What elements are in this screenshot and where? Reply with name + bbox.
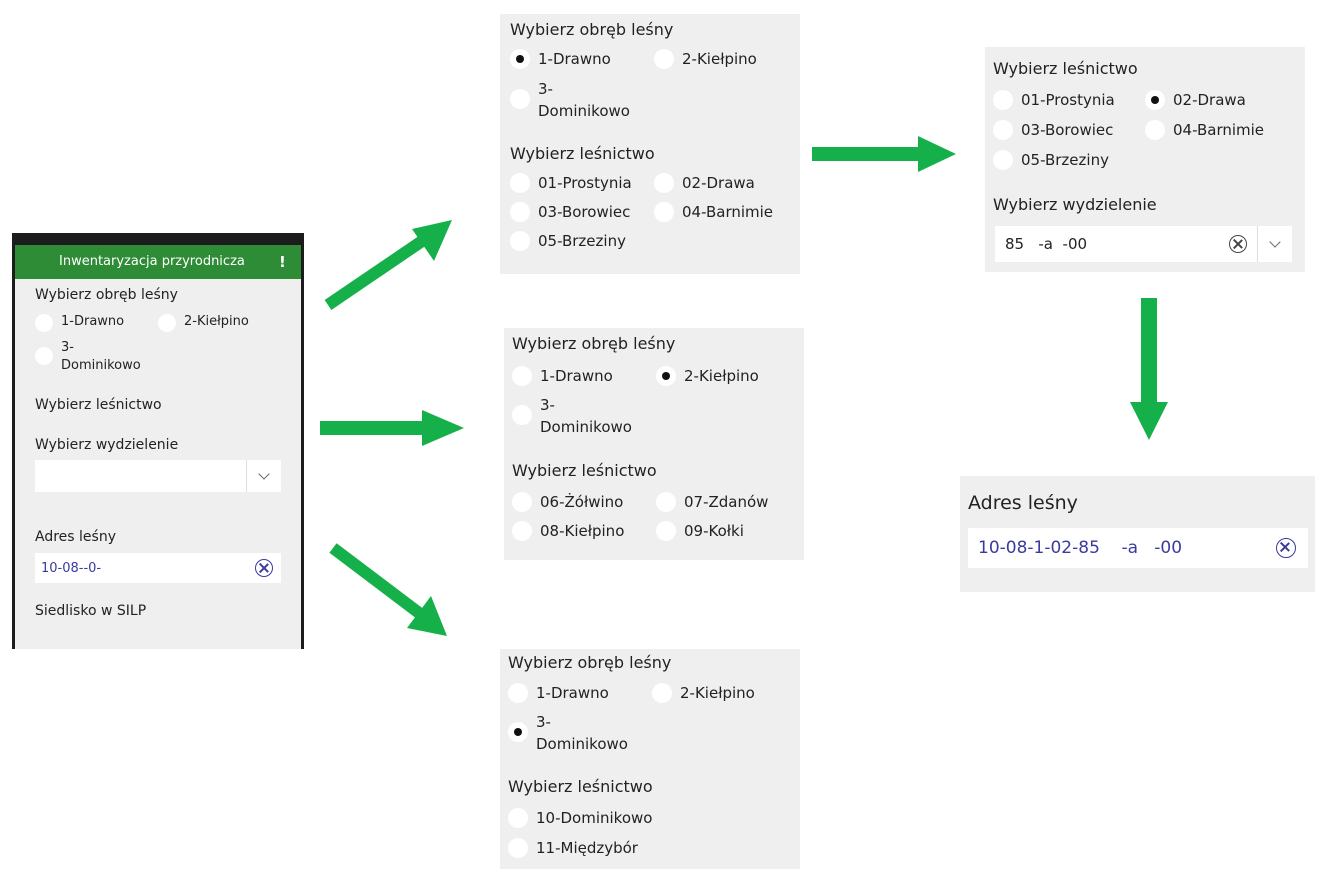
dropdown-toggle[interactable]	[246, 460, 281, 492]
obreb-title: Wybierz obręb leśny	[35, 287, 178, 303]
chevron-down-icon	[258, 468, 270, 480]
lesnictwo-option[interactable]: 01-Prostynia	[510, 172, 632, 194]
radio-icon	[158, 314, 176, 332]
obreb-option-kielpino[interactable]: 2-Kiełpino	[656, 365, 759, 387]
radio-icon	[35, 314, 53, 332]
adres-field[interactable]: 10-08-1-02-85 -a -00	[968, 528, 1308, 568]
obreb-title: Wybierz obręb leśny	[508, 653, 672, 672]
adres-title: Adres leśny	[35, 529, 116, 545]
app-header: Inwentaryzacja przyrodnicza !	[15, 245, 301, 279]
wydzielenie-title: Wybierz wydzielenie	[993, 195, 1157, 214]
arrow-to-kielpino-icon	[320, 410, 464, 446]
obreb-option-drawno[interactable]: 1-Drawno	[512, 365, 613, 387]
arrow-to-adres-icon	[1130, 298, 1168, 440]
lesnictwo-option[interactable]: 03-Borowiec	[993, 119, 1113, 141]
obreb-option-drawno[interactable]: 1-Drawno	[35, 313, 124, 332]
lesnictwo-option[interactable]: 02-Drawa	[1145, 89, 1246, 111]
wydzielenie-select[interactable]	[35, 460, 281, 492]
info-icon[interactable]: !	[279, 253, 286, 271]
clear-icon[interactable]	[255, 559, 273, 577]
lesnictwo-option[interactable]: 10-Dominikowo	[508, 807, 652, 829]
adres-field[interactable]: 10-08--0-	[35, 553, 281, 583]
wydzielenie-select[interactable]: 85 -a -00	[995, 226, 1292, 262]
radio-icon	[512, 366, 532, 386]
obreb-option-kielpino[interactable]: 2-Kiełpino	[158, 313, 249, 332]
lesnictwo-option[interactable]: 06-Żółwino	[512, 491, 623, 513]
lesnictwo-option[interactable]: 01-Prostynia	[993, 89, 1115, 111]
radio-icon	[508, 838, 528, 858]
radio-icon	[652, 683, 672, 703]
lesnictwo-title: Wybierz leśnictwo	[508, 777, 653, 796]
panel-drawno: Wybierz obręb leśny 1-Drawno 2-Kiełpino …	[500, 14, 800, 274]
radio-icon	[654, 49, 674, 69]
panel-dominikowo: Wybierz obręb leśny 1-Drawno 2-Kiełpino …	[500, 649, 800, 869]
radio-icon	[35, 347, 53, 365]
chevron-down-icon	[1269, 236, 1281, 248]
arrow-to-lesnictwo-icon	[812, 136, 956, 172]
lesnictwo-title: Wybierz leśnictwo	[510, 144, 655, 163]
wydzielenie-title: Wybierz wydzielenie	[35, 437, 179, 453]
radio-icon	[508, 808, 528, 828]
radio-icon	[993, 150, 1013, 170]
obreb-option-dominikowo[interactable]: 3- Dominikowo	[510, 78, 630, 122]
phone-screen: Inwentaryzacja przyrodnicza ! Wybierz ob…	[12, 233, 304, 649]
siedlisko-title: Siedlisko w SILP	[35, 603, 147, 619]
lesnictwo-option[interactable]: 04-Barnimie	[1145, 119, 1264, 141]
radio-selected-icon	[508, 722, 528, 742]
lesnictwo-title: Wybierz leśnictwo	[35, 397, 162, 413]
lesnictwo-option[interactable]: 05-Brzeziny	[510, 230, 626, 252]
lesnictwo-option[interactable]: 11-Międzybór	[508, 837, 638, 859]
obreb-option-drawno[interactable]: 1-Drawno	[508, 682, 609, 704]
lesnictwo-option[interactable]: 05-Brzeziny	[993, 149, 1109, 171]
obreb-title: Wybierz obręb leśny	[512, 334, 676, 353]
radio-selected-icon	[1145, 90, 1165, 110]
radio-icon	[656, 492, 676, 512]
clear-icon[interactable]	[1229, 235, 1247, 253]
arrow-to-dominikowo-icon	[329, 543, 447, 636]
lesnictwo-option[interactable]: 08-Kiełpino	[512, 520, 624, 542]
arrow-to-drawno-icon	[324, 220, 452, 310]
lesnictwo-option[interactable]: 03-Borowiec	[510, 201, 630, 223]
radio-icon	[510, 173, 530, 193]
panel-kielpino: Wybierz obręb leśny 1-Drawno 2-Kiełpino …	[504, 328, 804, 570]
clipped-edge	[504, 560, 804, 570]
obreb-option-dominikowo[interactable]: 3- Dominikowo	[512, 394, 632, 438]
radio-selected-icon	[510, 49, 530, 69]
clear-icon[interactable]	[1276, 538, 1296, 558]
radio-icon	[510, 231, 530, 251]
form-panel: Wybierz obręb leśny 1-Drawno 2-Kiełpino …	[15, 279, 301, 649]
panel-lesnictwo: Wybierz leśnictwo 01-Prostynia 02-Drawa …	[985, 47, 1305, 272]
dropdown-toggle[interactable]	[1257, 226, 1292, 262]
obreb-option-kielpino[interactable]: 2-Kiełpino	[652, 682, 755, 704]
obreb-option-dominikowo[interactable]: 3- Dominikowo	[508, 711, 628, 755]
radio-selected-icon	[656, 366, 676, 386]
radio-icon	[512, 492, 532, 512]
lesnictwo-option[interactable]: 09-Kołki	[656, 520, 744, 542]
radio-icon	[654, 202, 674, 222]
adres-title: Adres leśny	[968, 492, 1078, 514]
lesnictwo-option[interactable]: 07-Zdanów	[656, 491, 768, 513]
app-title: Inwentaryzacja przyrodnicza	[59, 254, 245, 269]
radio-icon	[510, 89, 530, 109]
radio-icon	[993, 120, 1013, 140]
radio-icon	[512, 405, 532, 425]
radio-icon	[993, 90, 1013, 110]
radio-icon	[512, 521, 532, 541]
radio-icon	[1145, 120, 1165, 140]
radio-icon	[654, 173, 674, 193]
radio-icon	[510, 202, 530, 222]
panel-adres: Adres leśny 10-08-1-02-85 -a -00	[960, 476, 1315, 592]
lesnictwo-option[interactable]: 02-Drawa	[654, 172, 755, 194]
obreb-title: Wybierz obręb leśny	[510, 20, 674, 39]
lesnictwo-option[interactable]: 04-Barnimie	[654, 201, 773, 223]
radio-icon	[508, 683, 528, 703]
obreb-option-drawno[interactable]: 1-Drawno	[510, 48, 611, 70]
lesnictwo-title: Wybierz leśnictwo	[512, 461, 657, 480]
obreb-option-dominikowo[interactable]: 3- Dominikowo	[35, 339, 141, 375]
obreb-option-kielpino[interactable]: 2-Kiełpino	[654, 48, 757, 70]
lesnictwo-title: Wybierz leśnictwo	[993, 59, 1138, 78]
radio-icon	[656, 521, 676, 541]
